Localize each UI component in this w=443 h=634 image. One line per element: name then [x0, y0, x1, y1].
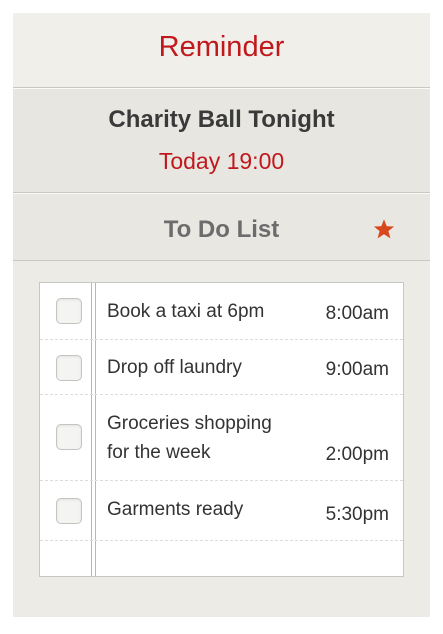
task-time: 9:00am	[325, 359, 389, 380]
event-time: Today 19:00	[158, 148, 285, 174]
event-card[interactable]: Charity Ball Tonight Today 19:00	[13, 88, 430, 193]
event-title: Charity Ball Tonight	[108, 106, 335, 133]
list-item[interactable]: Groceries shopping for the week 2:00pm	[40, 395, 403, 481]
task-checkbox[interactable]	[56, 355, 82, 381]
task-label-line: for the week	[107, 442, 211, 463]
task-checkbox[interactable]	[56, 498, 82, 524]
task-label-line: Groceries shopping	[107, 413, 272, 434]
star-icon[interactable]	[373, 218, 395, 240]
task-label: Book a taxi at 6pm	[107, 301, 265, 322]
todo-header: To Do List	[13, 193, 430, 261]
list-item[interactable]: Book a taxi at 6pm 8:00am	[40, 283, 403, 340]
task-label: Garments ready	[107, 499, 244, 520]
task-label: Drop off laundry	[107, 357, 242, 378]
list-item[interactable]: Drop off laundry 9:00am	[40, 340, 403, 395]
task-checkbox[interactable]	[56, 298, 82, 324]
empty-row[interactable]	[40, 541, 403, 576]
reminder-app: Reminder Charity Ball Tonight Today 19:0…	[13, 13, 430, 617]
task-label: Groceries shopping for the week	[107, 409, 307, 467]
task-time: 8:00am	[325, 303, 389, 324]
task-checkbox[interactable]	[56, 424, 82, 450]
header-bar: Reminder	[13, 13, 430, 88]
task-time: 5:30pm	[325, 504, 389, 525]
todo-list: Book a taxi at 6pm 8:00am Drop off laund…	[39, 282, 404, 577]
list-item[interactable]: Garments ready 5:30pm	[40, 481, 403, 541]
task-time: 2:00pm	[325, 444, 389, 465]
page-title: Reminder	[158, 31, 285, 63]
todo-title: To Do List	[163, 216, 280, 243]
